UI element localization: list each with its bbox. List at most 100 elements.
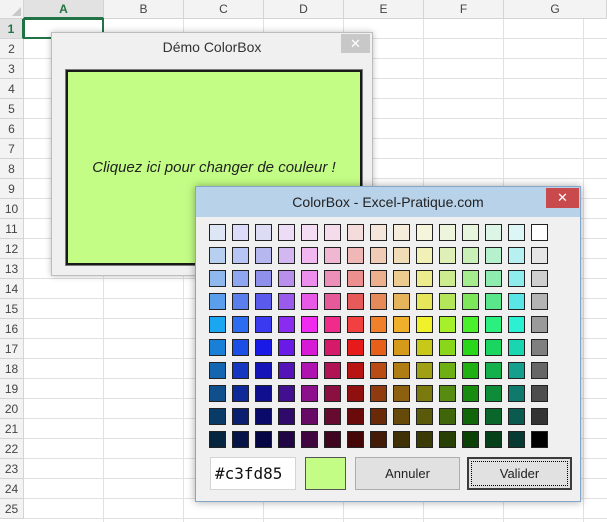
color-swatch[interactable] bbox=[393, 431, 410, 448]
color-swatch[interactable] bbox=[209, 224, 226, 241]
color-swatch[interactable] bbox=[232, 385, 249, 402]
color-swatch[interactable] bbox=[416, 316, 433, 333]
color-swatch[interactable] bbox=[324, 316, 341, 333]
color-swatch[interactable] bbox=[301, 431, 318, 448]
color-swatch[interactable] bbox=[255, 293, 272, 310]
color-swatch[interactable] bbox=[462, 247, 479, 264]
row-header-16[interactable]: 16 bbox=[0, 319, 24, 339]
row-header-3[interactable]: 3 bbox=[0, 59, 24, 79]
color-swatch[interactable] bbox=[301, 385, 318, 402]
color-swatch[interactable] bbox=[393, 224, 410, 241]
color-swatch[interactable] bbox=[278, 339, 295, 356]
color-swatch[interactable] bbox=[439, 316, 456, 333]
color-swatch[interactable] bbox=[416, 270, 433, 287]
color-swatch[interactable] bbox=[508, 408, 525, 425]
color-swatch[interactable] bbox=[393, 385, 410, 402]
color-swatch[interactable] bbox=[485, 431, 502, 448]
color-swatch[interactable] bbox=[232, 247, 249, 264]
colorbox-close-button[interactable]: ✕ bbox=[546, 188, 579, 208]
color-swatch[interactable] bbox=[232, 293, 249, 310]
column-header-c[interactable]: C bbox=[184, 0, 264, 19]
color-swatch[interactable] bbox=[439, 339, 456, 356]
color-swatch[interactable] bbox=[255, 224, 272, 241]
color-swatch[interactable] bbox=[462, 293, 479, 310]
color-swatch[interactable] bbox=[462, 316, 479, 333]
color-swatch[interactable] bbox=[347, 385, 364, 402]
color-swatch[interactable] bbox=[370, 316, 387, 333]
color-swatch[interactable] bbox=[485, 224, 502, 241]
color-swatch[interactable] bbox=[439, 270, 456, 287]
color-swatch[interactable] bbox=[209, 247, 226, 264]
color-swatch[interactable] bbox=[301, 339, 318, 356]
color-swatch[interactable] bbox=[255, 339, 272, 356]
color-swatch[interactable] bbox=[439, 247, 456, 264]
color-swatch[interactable] bbox=[347, 270, 364, 287]
color-swatch[interactable] bbox=[485, 362, 502, 379]
color-swatch[interactable] bbox=[255, 270, 272, 287]
color-swatch[interactable] bbox=[439, 431, 456, 448]
color-swatch[interactable] bbox=[232, 270, 249, 287]
column-header-a[interactable]: A bbox=[24, 0, 104, 19]
color-swatch[interactable] bbox=[324, 362, 341, 379]
color-swatch[interactable] bbox=[232, 431, 249, 448]
color-swatch[interactable] bbox=[531, 224, 548, 241]
color-swatch[interactable] bbox=[416, 431, 433, 448]
color-swatch[interactable] bbox=[462, 339, 479, 356]
row-header-2[interactable]: 2 bbox=[0, 39, 24, 59]
row-header-14[interactable]: 14 bbox=[0, 279, 24, 299]
color-swatch[interactable] bbox=[370, 431, 387, 448]
color-swatch[interactable] bbox=[439, 293, 456, 310]
color-swatch[interactable] bbox=[416, 224, 433, 241]
color-swatch[interactable] bbox=[301, 362, 318, 379]
color-swatch[interactable] bbox=[531, 316, 548, 333]
row-header-25[interactable]: 25 bbox=[0, 499, 24, 519]
column-header-f[interactable]: F bbox=[424, 0, 504, 19]
color-swatch[interactable] bbox=[393, 293, 410, 310]
select-all-corner[interactable] bbox=[0, 0, 24, 19]
row-header-12[interactable]: 12 bbox=[0, 239, 24, 259]
color-swatch[interactable] bbox=[278, 362, 295, 379]
row-header-4[interactable]: 4 bbox=[0, 79, 24, 99]
color-swatch[interactable] bbox=[209, 270, 226, 287]
color-swatch[interactable] bbox=[439, 408, 456, 425]
color-swatch[interactable] bbox=[324, 270, 341, 287]
color-swatch[interactable] bbox=[370, 408, 387, 425]
color-swatch[interactable] bbox=[209, 339, 226, 356]
color-swatch[interactable] bbox=[508, 316, 525, 333]
color-swatch[interactable] bbox=[209, 431, 226, 448]
color-swatch[interactable] bbox=[278, 270, 295, 287]
color-swatch[interactable] bbox=[255, 362, 272, 379]
row-header-23[interactable]: 23 bbox=[0, 459, 24, 479]
row-header-20[interactable]: 20 bbox=[0, 399, 24, 419]
color-swatch[interactable] bbox=[485, 385, 502, 402]
row-header-17[interactable]: 17 bbox=[0, 339, 24, 359]
color-swatch[interactable] bbox=[508, 270, 525, 287]
color-swatch[interactable] bbox=[508, 293, 525, 310]
color-swatch[interactable] bbox=[485, 247, 502, 264]
color-swatch[interactable] bbox=[531, 293, 548, 310]
color-swatch[interactable] bbox=[324, 293, 341, 310]
color-swatch[interactable] bbox=[416, 247, 433, 264]
row-header-15[interactable]: 15 bbox=[0, 299, 24, 319]
column-header-b[interactable]: B bbox=[104, 0, 184, 19]
color-swatch[interactable] bbox=[416, 385, 433, 402]
color-swatch[interactable] bbox=[462, 270, 479, 287]
column-header-d[interactable]: D bbox=[264, 0, 344, 19]
color-swatch[interactable] bbox=[347, 339, 364, 356]
color-swatch[interactable] bbox=[324, 224, 341, 241]
color-swatch[interactable] bbox=[393, 316, 410, 333]
color-swatch[interactable] bbox=[462, 385, 479, 402]
color-swatch[interactable] bbox=[255, 408, 272, 425]
color-swatch[interactable] bbox=[209, 362, 226, 379]
color-swatch[interactable] bbox=[393, 362, 410, 379]
row-header-8[interactable]: 8 bbox=[0, 159, 24, 179]
color-swatch[interactable] bbox=[393, 339, 410, 356]
color-swatch[interactable] bbox=[531, 385, 548, 402]
demo-close-button[interactable]: ✕ bbox=[341, 34, 370, 53]
color-swatch[interactable] bbox=[531, 247, 548, 264]
color-swatch[interactable] bbox=[508, 431, 525, 448]
color-swatch[interactable] bbox=[278, 385, 295, 402]
hex-color-field[interactable]: #c3fd85 bbox=[210, 457, 296, 490]
color-swatch[interactable] bbox=[462, 224, 479, 241]
color-swatch[interactable] bbox=[324, 431, 341, 448]
